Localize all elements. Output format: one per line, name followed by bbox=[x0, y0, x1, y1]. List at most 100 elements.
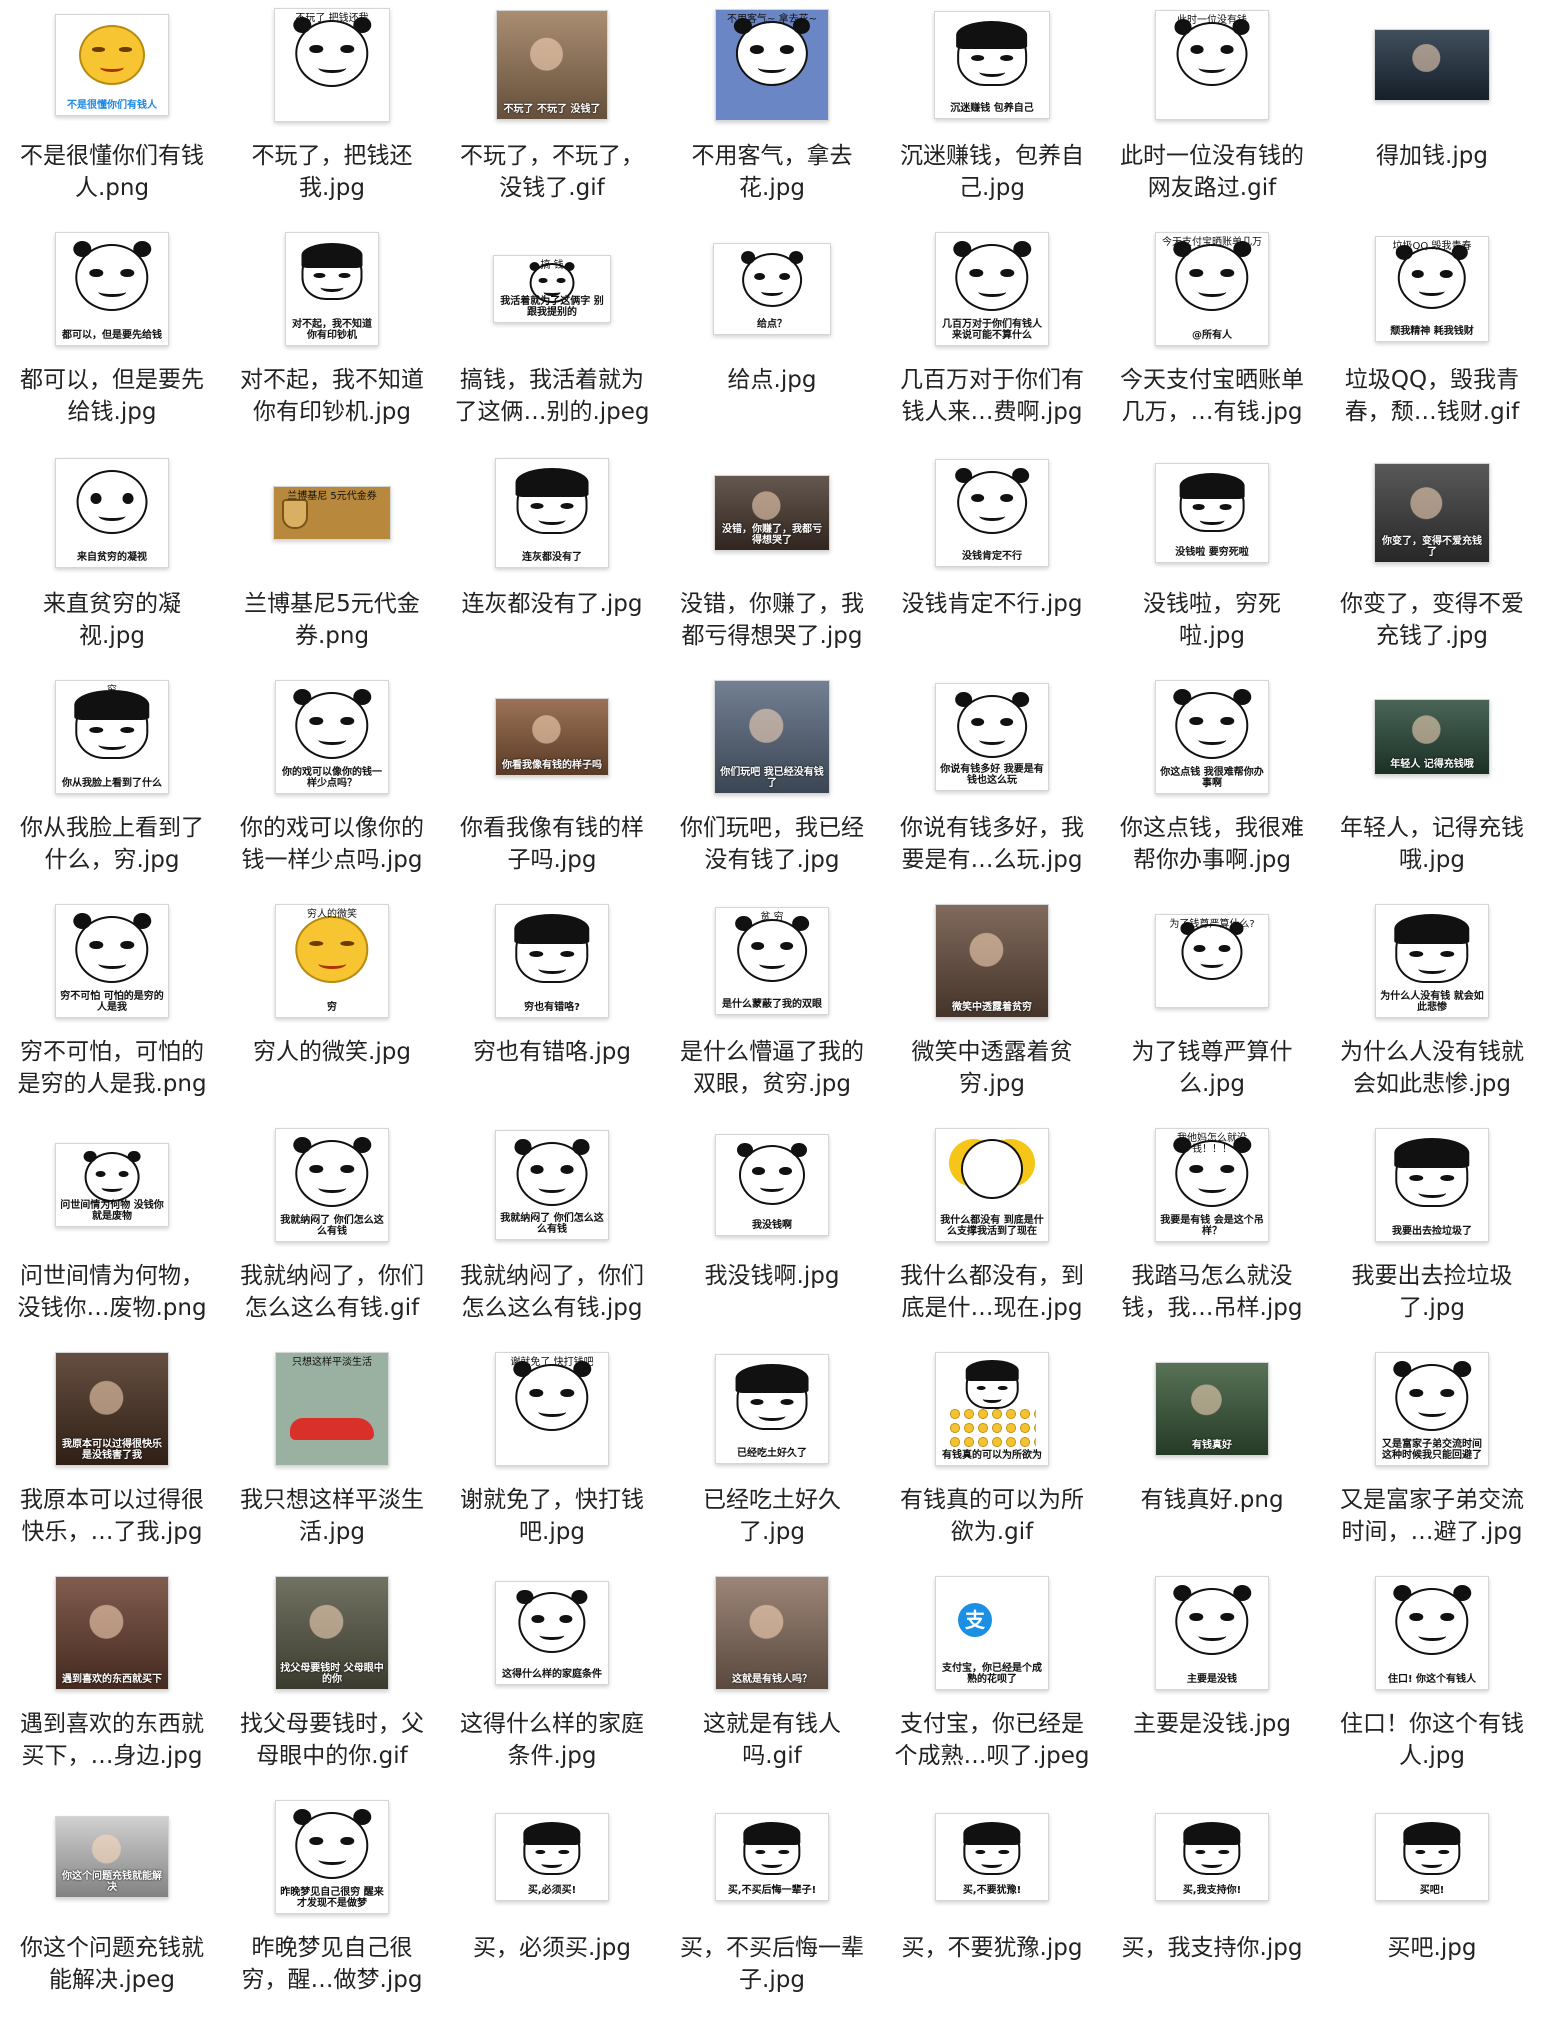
file-thumbnail[interactable]: 你这点钱 我很难帮你办事啊 bbox=[1155, 680, 1269, 794]
file-thumbnail[interactable]: 买,必须买! bbox=[495, 1813, 609, 1901]
file-item[interactable]: 贫 穷是什么蒙蔽了我的双眼 是什么懵逼了我的 双眼，贫穷.jpg bbox=[662, 902, 882, 1124]
file-thumbnail[interactable]: 支支付宝，你已经是个成熟的花呗了 bbox=[935, 1576, 1049, 1690]
file-thumbnail[interactable]: 买吧! bbox=[1375, 1813, 1489, 1901]
file-thumbnail[interactable]: 你说有钱多好 我要是有钱也这么玩 bbox=[935, 683, 1049, 791]
file-item[interactable]: 来自贫穷的凝视 来直贫穷的凝 视.jpg bbox=[2, 454, 222, 676]
file-item[interactable]: 我没钱啊 我没钱啊.jpg bbox=[662, 1126, 882, 1348]
file-item[interactable]: 又是富家子弟交流时间 这种时候我只能回避了 又是富家子弟交流 时间，…避了.jpg bbox=[1322, 1350, 1542, 1572]
file-thumbnail[interactable]: 为了钱尊严算什么? bbox=[1155, 914, 1269, 1008]
file-item[interactable]: 今天支付宝晒账单几万 @所有人 今天支付宝晒账单 几万，…有钱.jpg bbox=[1102, 230, 1322, 452]
file-item[interactable]: 穷人的微笑穷穷人的微笑.jpg bbox=[222, 902, 442, 1124]
file-item[interactable]: 微笑中透露着贫穷 微笑中透露着贫 穷.jpg bbox=[882, 902, 1102, 1124]
file-item[interactable]: 穷也有错咯? 穷也有错咯.jpg bbox=[442, 902, 662, 1124]
file-thumbnail[interactable]: 谢就免了 快打钱吧 bbox=[495, 1352, 609, 1466]
file-item[interactable]: 我就纳闷了 你们怎么这么有钱 我就纳闷了，你们 怎么这么有钱.gif bbox=[222, 1126, 442, 1348]
file-thumbnail[interactable]: 贫 穷是什么蒙蔽了我的双眼 bbox=[715, 907, 829, 1015]
file-thumbnail[interactable]: 搞 钱我活着就为了这俩字 别跟我提别的 bbox=[493, 255, 611, 323]
file-thumbnail[interactable]: 我就纳闷了 你们怎么这么有钱 bbox=[495, 1130, 609, 1240]
file-item[interactable]: 没钱啦 要穷死啦 没钱啦，穷死 啦.jpg bbox=[1102, 454, 1322, 676]
file-thumbnail[interactable]: 你看我像有钱的样子吗 bbox=[495, 698, 609, 776]
file-item[interactable]: 主要是没钱 主要是没钱.jpg bbox=[1102, 1574, 1322, 1796]
file-item[interactable]: 我什么都没有 到底是什么支撑我活到了现在 我什么都没有，到 底是什…现在.jpg bbox=[882, 1126, 1102, 1348]
file-thumbnail[interactable]: 今天支付宝晒账单几万 @所有人 bbox=[1155, 232, 1269, 346]
file-item[interactable]: 不用客气~ 拿去花~ 不用客气，拿去 花.jpg bbox=[662, 6, 882, 228]
file-thumbnail[interactable]: 买,我支持你! bbox=[1155, 1813, 1269, 1901]
file-thumbnail[interactable]: 遇到喜欢的东西就买下 bbox=[55, 1576, 169, 1690]
file-thumbnail[interactable]: 来自贫穷的凝视 bbox=[55, 458, 169, 568]
file-item[interactable]: 不是很懂你们有钱人 不是很懂你们有钱 人.png bbox=[2, 6, 222, 228]
file-item[interactable]: 得加钱.jpg bbox=[1322, 6, 1542, 228]
file-thumbnail[interactable]: 沉迷赚钱 包养自己 bbox=[934, 11, 1050, 119]
file-item[interactable]: 住口! 你这个有钱人 住口！你这个有钱 人.jpg bbox=[1322, 1574, 1542, 1796]
file-item[interactable]: 为什么人没有钱 就会如此悲惨 为什么人没有钱就 会如此悲惨.jpg bbox=[1322, 902, 1542, 1124]
file-item[interactable]: 此时一位没有钱 此时一位没有钱的 网友路过.gif bbox=[1102, 6, 1322, 228]
file-item[interactable]: 你这个问题充钱就能解决 你这个问题充钱就 能解决.jpeg bbox=[2, 1798, 222, 2020]
file-item[interactable]: 我要出去捡垃圾了 我要出去捡垃圾 了.jpg bbox=[1322, 1126, 1542, 1348]
file-thumbnail[interactable]: 你们玩吧 我已经没有钱了 bbox=[714, 680, 830, 794]
file-item[interactable]: 买吧! 买吧.jpg bbox=[1322, 1798, 1542, 2020]
file-item[interactable]: 我原本可以过得很快乐 是没钱害了我 我原本可以过得很 快乐，…了我.jpg bbox=[2, 1350, 222, 1572]
file-item[interactable]: 穷不可怕 可怕的是穷的人是我 穷不可怕，可怕的 是穷的人是我.png bbox=[2, 902, 222, 1124]
file-thumbnail[interactable]: 不玩了 把钱还我 bbox=[274, 8, 390, 122]
file-thumbnail[interactable]: 没错，你赚了，我都亏得想哭了 bbox=[714, 475, 830, 551]
file-thumbnail[interactable]: 连灰都没有了 bbox=[495, 458, 609, 568]
file-thumbnail[interactable]: 已经吃土好久了 bbox=[715, 1354, 829, 1464]
file-item[interactable]: 买,不买后悔一辈子! 买，不买后悔一辈 子.jpg bbox=[662, 1798, 882, 2020]
file-item[interactable]: 你看我像有钱的样子吗 你看我像有钱的样 子吗.jpg bbox=[442, 678, 662, 900]
file-thumbnail[interactable]: 我什么都没有 到底是什么支撑我活到了现在 bbox=[935, 1128, 1049, 1242]
file-item[interactable]: 遇到喜欢的东西就买下 遇到喜欢的东西就 买下，…身边.jpg bbox=[2, 1574, 222, 1796]
file-thumbnail[interactable]: 此时一位没有钱 bbox=[1155, 10, 1269, 120]
file-item[interactable]: 你的戏可以像你的钱一样少点吗？ 你的戏可以像你的 钱一样少点吗.jpg bbox=[222, 678, 442, 900]
file-item[interactable]: 兰博基尼 5元代金券 兰博基尼5元代金 券.png bbox=[222, 454, 442, 676]
file-item[interactable]: 问世间情为何物 没钱你就是废物 问世间情为何物， 没钱你…废物.png bbox=[2, 1126, 222, 1348]
file-item[interactable]: 不玩了 把钱还我 不玩了，把钱还 我.jpg bbox=[222, 6, 442, 228]
file-item[interactable]: 只想这样平淡生活 我只想这样平淡生 活.jpg bbox=[222, 1350, 442, 1572]
file-item[interactable]: 这就是有钱人吗？ 这就是有钱人 吗.gif bbox=[662, 1574, 882, 1796]
file-item[interactable]: 为了钱尊严算什么? 为了钱尊严算什 么.jpg bbox=[1102, 902, 1322, 1124]
file-item[interactable]: 有钱真好 有钱真好.png bbox=[1102, 1350, 1322, 1572]
file-item[interactable]: 找父母要钱时 父母眼中的你 找父母要钱时，父 母眼中的你.gif bbox=[222, 1574, 442, 1796]
file-thumbnail[interactable]: 几百万对于你们有钱人来说可能不算什么 bbox=[935, 232, 1049, 346]
file-thumbnail[interactable]: 昨晚梦见自己很穷 醒来才发现不是做梦 bbox=[275, 1800, 389, 1914]
file-thumbnail[interactable]: 不是很懂你们有钱人 bbox=[55, 14, 169, 116]
file-thumbnail[interactable]: 穷不可怕 可怕的是穷的人是我 bbox=[55, 904, 169, 1018]
file-item[interactable]: 我他妈怎么就没钱！！！ 我要是有钱 会是这个吊样？ 我踏马怎么就没 钱，我…吊样.jp… bbox=[1102, 1126, 1322, 1348]
file-thumbnail[interactable]: 微笑中透露着贫穷 bbox=[935, 904, 1049, 1018]
file-item[interactable]: 沉迷赚钱 包养自己 沉迷赚钱，包养自 己.jpg bbox=[882, 6, 1102, 228]
file-item[interactable]: 昨晚梦见自己很穷 醒来才发现不是做梦 昨晚梦见自己很 穷，醒…做梦.jpg bbox=[222, 1798, 442, 2020]
file-thumbnail[interactable]: 又是富家子弟交流时间 这种时候我只能回避了 bbox=[1375, 1352, 1489, 1466]
file-item[interactable]: 这得什么样的家庭条件 这得什么样的家庭 条件.jpg bbox=[442, 1574, 662, 1796]
file-item[interactable]: 没钱肯定不行 没钱肯定不行.jpg bbox=[882, 454, 1102, 676]
file-thumbnail[interactable]: 穷也有错咯? bbox=[495, 904, 609, 1018]
file-item[interactable]: 已经吃土好久了 已经吃土好久 了.jpg bbox=[662, 1350, 882, 1572]
file-thumbnail[interactable]: 兰博基尼 5元代金券 bbox=[273, 486, 391, 540]
file-thumbnail[interactable]: 年轻人 记得充钱哦 bbox=[1374, 699, 1490, 775]
file-item[interactable]: 年轻人 记得充钱哦 年轻人，记得充钱 哦.jpg bbox=[1322, 678, 1542, 900]
file-item[interactable]: 都可以，但是要先给钱 都可以，但是要先 给钱.jpg bbox=[2, 230, 222, 452]
file-item[interactable]: 我就纳闷了 你们怎么这么有钱 我就纳闷了，你们 怎么这么有钱.jpg bbox=[442, 1126, 662, 1348]
file-thumbnail[interactable]: 穷你从我脸上看到了什么 bbox=[55, 680, 169, 794]
file-item[interactable]: 有钱真的可以为所欲为 有钱真的可以为所 欲为.gif bbox=[882, 1350, 1102, 1572]
file-item[interactable]: 支支付宝，你已经是个成熟的花呗了 支付宝，你已经是 个成熟…呗了.jpeg bbox=[882, 1574, 1102, 1796]
file-item[interactable]: 买,不要犹豫! 买，不要犹豫.jpg bbox=[882, 1798, 1102, 2020]
file-thumbnail[interactable]: 不用客气~ 拿去花~ bbox=[715, 9, 829, 121]
file-thumbnail[interactable]: 有钱真好 bbox=[1155, 1362, 1269, 1456]
file-item[interactable]: 垃圾QQ 毁我青春 颓我精神 耗我钱财 垃圾QQ，毁我青 春，颓…钱财.gif bbox=[1322, 230, 1542, 452]
file-thumbnail[interactable]: 对不起，我不知道你有印钞机 bbox=[285, 232, 379, 346]
file-thumbnail[interactable]: 主要是没钱 bbox=[1155, 1576, 1269, 1690]
file-thumbnail[interactable]: 这得什么样的家庭条件 bbox=[495, 1581, 609, 1685]
file-thumbnail[interactable]: 穷人的微笑穷 bbox=[275, 904, 389, 1018]
file-thumbnail[interactable]: 为什么人没有钱 就会如此悲惨 bbox=[1375, 904, 1489, 1018]
file-item[interactable]: 连灰都没有了 连灰都没有了.jpg bbox=[442, 454, 662, 676]
file-thumbnail[interactable]: 住口! 你这个有钱人 bbox=[1375, 1576, 1489, 1690]
file-item[interactable]: 你变了，变得不爱充钱了 你变了，变得不爱 充钱了.jpg bbox=[1322, 454, 1542, 676]
file-thumbnail[interactable]: 不玩了 不玩了 没钱了 bbox=[496, 10, 608, 120]
file-item[interactable]: 穷你从我脸上看到了什么 你从我脸上看到了 什么，穷.jpg bbox=[2, 678, 222, 900]
file-thumbnail[interactable]: 你变了，变得不爱充钱了 bbox=[1374, 463, 1490, 563]
file-item[interactable]: 给点？ 给点.jpg bbox=[662, 230, 882, 452]
file-thumbnail[interactable]: 都可以，但是要先给钱 bbox=[55, 232, 169, 346]
file-item[interactable]: 搞 钱我活着就为了这俩字 别跟我提别的 搞钱，我活着就为 了这俩…别的.jpeg bbox=[442, 230, 662, 452]
file-item[interactable]: 买,必须买! 买，必须买.jpg bbox=[442, 1798, 662, 2020]
file-thumbnail[interactable]: 我要出去捡垃圾了 bbox=[1375, 1128, 1489, 1242]
file-thumbnail[interactable]: 买,不买后悔一辈子! bbox=[715, 1813, 829, 1901]
